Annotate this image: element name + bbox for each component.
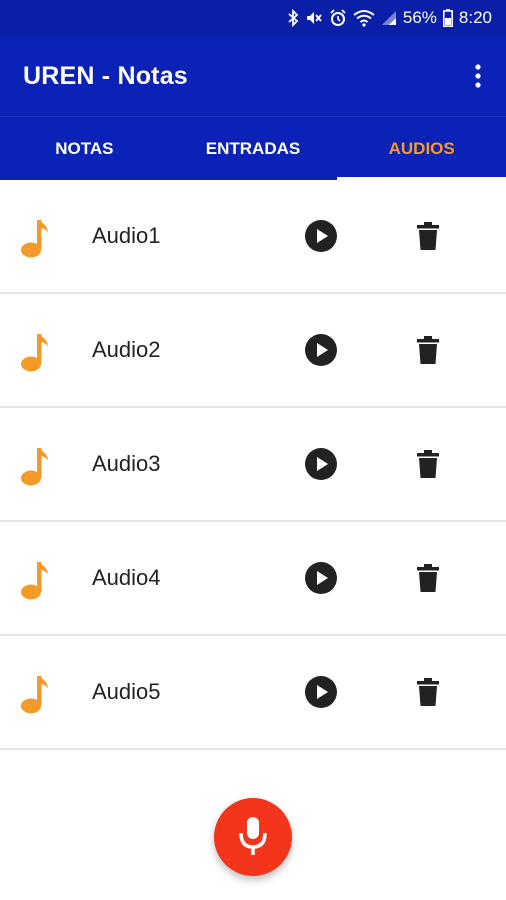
app-title: UREN - Notas	[23, 61, 188, 90]
list-item[interactable]: Audio1	[0, 180, 506, 294]
play-icon[interactable]	[304, 219, 338, 253]
tab-label: AUDIOS	[388, 138, 455, 158]
play-icon[interactable]	[304, 675, 338, 709]
delete-icon[interactable]	[416, 678, 440, 706]
delete-icon[interactable]	[416, 564, 440, 592]
bluetooth-icon	[287, 8, 299, 28]
play-icon[interactable]	[304, 447, 338, 481]
status-time: 8:20	[458, 8, 492, 27]
audio-name: Audio3	[92, 451, 161, 476]
tab-label: NOTAS	[55, 138, 114, 158]
wifi-icon	[353, 8, 375, 28]
music-note-icon	[21, 220, 48, 258]
battery-percent: 56%	[402, 8, 437, 27]
audio-name: Audio2	[92, 337, 161, 362]
battery-icon	[442, 8, 453, 28]
status-bar: 56% 8:20	[0, 0, 506, 36]
tab-label: ENTRADAS	[205, 138, 301, 158]
app-bar: UREN - Notas	[0, 36, 506, 116]
play-icon[interactable]	[304, 561, 338, 595]
record-button[interactable]	[214, 798, 292, 876]
list-item[interactable]: Audio5	[0, 636, 506, 750]
play-icon[interactable]	[304, 333, 338, 367]
mute-icon	[305, 8, 323, 28]
list-item[interactable]: Audio2	[0, 294, 506, 408]
list-item[interactable]: Audio3	[0, 408, 506, 522]
audio-name: Audio5	[92, 679, 161, 704]
music-note-icon	[21, 448, 48, 486]
more-vert-icon[interactable]	[466, 60, 490, 92]
audio-name: Audio1	[92, 223, 161, 248]
audio-name: Audio4	[92, 565, 161, 590]
delete-icon[interactable]	[416, 336, 440, 364]
tab-audios[interactable]: AUDIOS	[337, 117, 506, 180]
alarm-icon	[329, 8, 347, 28]
music-note-icon	[21, 676, 48, 714]
delete-icon[interactable]	[416, 222, 440, 250]
tab-bar: NOTAS ENTRADAS AUDIOS	[0, 116, 506, 180]
music-note-icon	[21, 562, 48, 600]
signal-icon	[381, 8, 397, 28]
list-item[interactable]: Audio4	[0, 522, 506, 636]
tab-notas[interactable]: NOTAS	[0, 117, 169, 180]
microphone-icon	[239, 817, 267, 855]
audio-list: Audio1 Audio2 Audio3 Audio4 Audio5	[0, 180, 506, 750]
tab-entradas[interactable]: ENTRADAS	[169, 117, 338, 180]
music-note-icon	[21, 334, 48, 372]
delete-icon[interactable]	[416, 450, 440, 478]
